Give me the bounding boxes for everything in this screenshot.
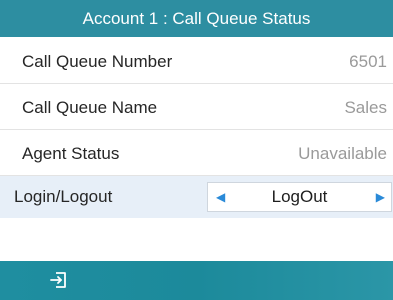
login-logout-value: LogOut [271,187,328,206]
login-logout-selector[interactable]: ◀ LogOut ▶ [207,182,392,212]
logout-icon[interactable] [50,270,70,290]
call-queue-number-label: Call Queue Number [22,51,173,71]
row-agent-status[interactable]: Agent Status Unavailable [0,132,393,176]
softkey-bar [0,261,393,300]
login-logout-label: Login/Logout [14,187,113,206]
call-queue-name-value: Sales [344,97,387,117]
agent-status-label: Agent Status [22,143,120,163]
row-call-queue-number[interactable]: Call Queue Number 6501 [0,40,393,84]
row-call-queue-name[interactable]: Call Queue Name Sales [0,86,393,130]
page-title-text: Account 1 : Call Queue Status [82,8,311,28]
agent-status-value: Unavailable [298,143,387,163]
call-queue-number-value: 6501 [349,51,387,71]
call-queue-name-label: Call Queue Name [22,97,158,117]
page-title: Account 1 : Call Queue Status [0,0,393,37]
right-arrow-icon[interactable]: ▶ [376,183,385,211]
